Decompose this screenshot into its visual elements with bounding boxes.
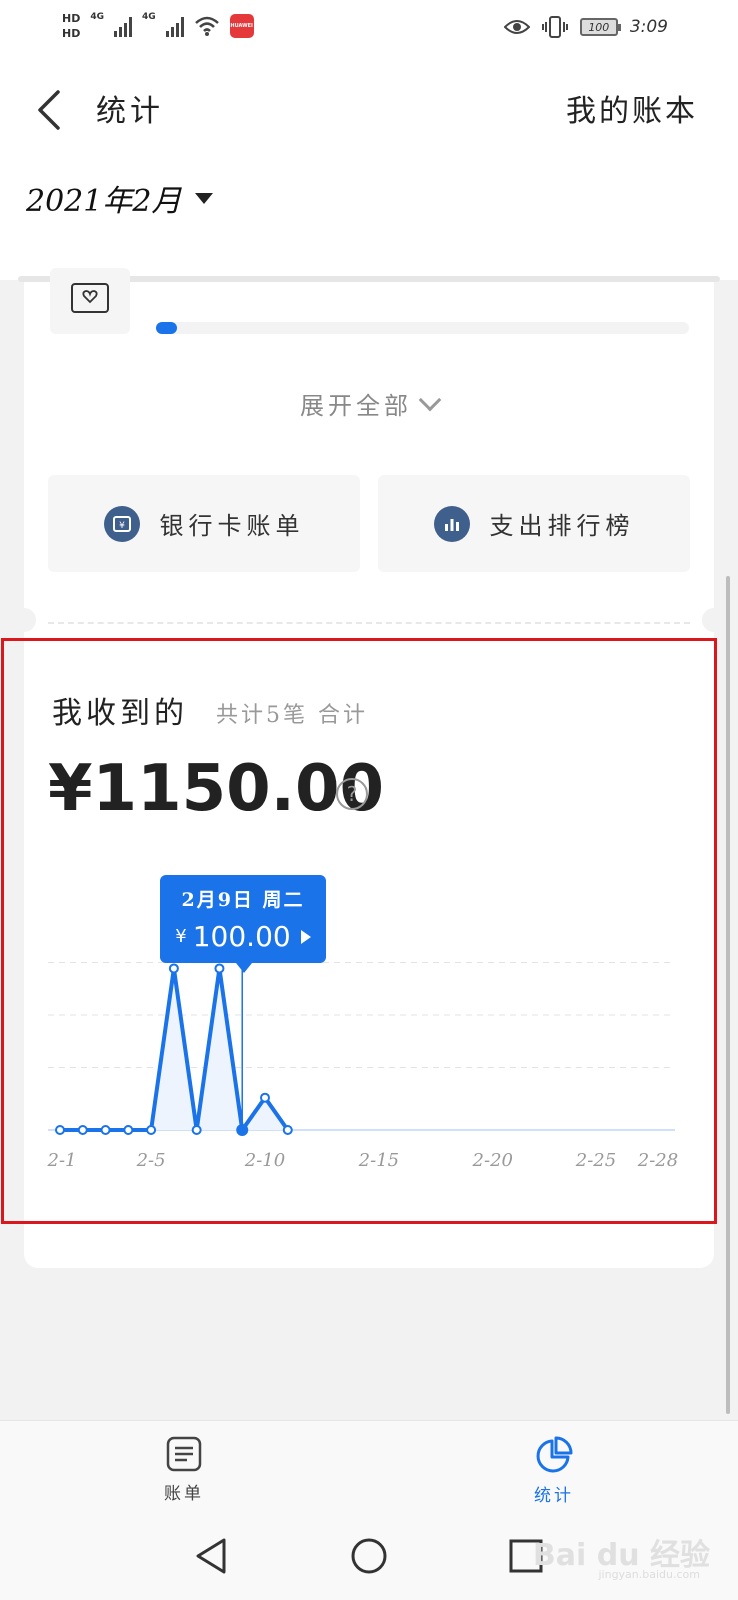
income-title: 我收到的 bbox=[52, 696, 188, 731]
svg-text:¥: ¥ bbox=[119, 521, 125, 531]
expense-ranking-label: 支出排行榜 bbox=[489, 512, 635, 540]
hd-indicators: HD HD bbox=[62, 12, 80, 40]
data-point bbox=[191, 1125, 202, 1135]
chart-tooltip: 2月9日 周二 ¥ 100.00 bbox=[160, 875, 326, 973]
nav-stats[interactable]: 统计 bbox=[504, 1435, 604, 1506]
bank-card-bill-button[interactable]: ¥ 银行卡账单 bbox=[48, 475, 360, 572]
month-picker[interactable]: 2021年2月 bbox=[26, 176, 214, 220]
back-arrow-icon[interactable] bbox=[30, 88, 70, 132]
dashed-separator bbox=[48, 622, 690, 624]
x-tick-label: 2-1 bbox=[47, 1150, 77, 1171]
battery-icon: 100 bbox=[579, 18, 621, 36]
series-area bbox=[60, 968, 288, 1130]
chevron-down-icon bbox=[418, 388, 442, 411]
clock: 3:09 bbox=[629, 17, 668, 37]
tooltip-date: 2月9日 周二 bbox=[181, 889, 305, 911]
status-left: HD HD 4G 4G HUAWEI bbox=[62, 12, 254, 40]
x-tick-label: 2-5 bbox=[136, 1150, 166, 1171]
data-point bbox=[282, 1125, 293, 1135]
data-point bbox=[55, 1125, 65, 1135]
x-tick-label: 2-10 bbox=[244, 1150, 285, 1171]
hd1-label: HD bbox=[62, 12, 81, 25]
category-progress-track bbox=[156, 322, 689, 334]
help-icon[interactable]: ? bbox=[336, 778, 368, 810]
x-tick-label: 2-15 bbox=[358, 1150, 399, 1171]
tooltip-amount: 100.00 bbox=[192, 920, 291, 953]
expense-ranking-button[interactable]: 支出排行榜 bbox=[378, 475, 690, 572]
x-tick-label: 2-20 bbox=[472, 1150, 513, 1171]
expand-all-button[interactable]: 展开全部 bbox=[0, 386, 738, 421]
nav-stats-label: 统计 bbox=[534, 1486, 574, 1506]
income-total: ¥1150.00 bbox=[48, 752, 385, 826]
bank-card-bill-label: 银行卡账单 bbox=[159, 512, 305, 540]
net1-label: 4G bbox=[90, 12, 104, 22]
ticket-notch-left bbox=[12, 608, 36, 632]
huawei-app-icon: HUAWEI bbox=[229, 14, 254, 38]
data-point bbox=[77, 1125, 88, 1135]
vibrate-icon bbox=[541, 16, 568, 38]
data-point bbox=[123, 1125, 134, 1135]
signal-icon bbox=[114, 15, 132, 37]
income-subtitle: 共计5笔 合计 bbox=[216, 703, 368, 728]
hd2-label: HD bbox=[62, 27, 81, 40]
bill-list-icon bbox=[166, 1436, 202, 1472]
month-label: 2021年2月 bbox=[26, 184, 182, 219]
pie-chart-icon bbox=[536, 1436, 573, 1473]
net2-label: 4G bbox=[142, 12, 156, 22]
page-title: 统计 bbox=[96, 94, 164, 129]
x-tick-label: 2-25 bbox=[575, 1150, 616, 1171]
bank-card-icon: ¥ bbox=[103, 505, 140, 542]
data-point-highlighted bbox=[236, 1124, 249, 1136]
wifi-icon bbox=[194, 16, 219, 36]
my-ledger-link[interactable]: 我的账本 bbox=[566, 86, 698, 130]
x-tick-label: 2-28 bbox=[637, 1150, 678, 1171]
status-right: 100 3:09 bbox=[503, 15, 668, 39]
header: 统计 我的账本 2021年2月 bbox=[0, 60, 738, 280]
bottom-nav: 账单 统计 bbox=[0, 1420, 738, 1530]
caret-down-icon bbox=[195, 192, 214, 204]
system-back-icon[interactable] bbox=[194, 1536, 228, 1576]
signal-icon-2 bbox=[165, 15, 184, 37]
income-line-chart[interactable]: 2-1 2-5 2-10 2-15 2-20 2-25 2-28 bbox=[0, 860, 738, 1200]
play-arrow-icon bbox=[300, 929, 311, 944]
status-bar: HD HD 4G 4G HUAWEI 100 3:09 bbox=[0, 0, 738, 60]
tooltip-value: ¥ 100.00 bbox=[160, 920, 326, 953]
bar-chart-icon bbox=[433, 505, 470, 542]
data-point bbox=[100, 1125, 111, 1135]
ticket-notch-right bbox=[702, 608, 726, 632]
gift-heart-icon bbox=[71, 283, 109, 313]
watermark-url: jingyan.baidu.com bbox=[598, 1568, 700, 1581]
tooltip-currency: ¥ bbox=[175, 926, 187, 947]
scrollbar[interactable] bbox=[726, 576, 730, 1414]
eye-icon bbox=[503, 20, 530, 34]
system-home-icon[interactable] bbox=[350, 1536, 388, 1576]
data-point bbox=[168, 963, 179, 974]
data-point bbox=[260, 1092, 270, 1103]
expand-all-label: 展开全部 bbox=[300, 392, 412, 420]
data-point bbox=[146, 1125, 157, 1135]
data-point bbox=[214, 963, 225, 974]
nav-bills[interactable]: 账单 bbox=[134, 1435, 234, 1504]
nav-bills-label: 账单 bbox=[164, 1484, 204, 1504]
category-progress-fill bbox=[156, 322, 178, 334]
